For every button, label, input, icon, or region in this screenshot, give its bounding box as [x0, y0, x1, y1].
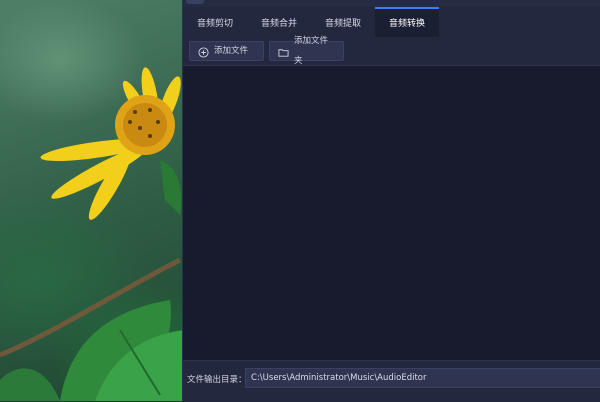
audio-editor-window: 音频剪切 音频合并 音频提取 音频转换 添加文件 添加文件夹 文件输出目录： C… — [182, 0, 600, 402]
output-dir-field[interactable]: C:\Users\Administrator\Music\AudioEditor — [245, 368, 600, 388]
add-file-button[interactable]: 添加文件 — [189, 41, 264, 61]
tab-audio-cut[interactable]: 音频剪切 — [183, 7, 247, 37]
flower-wallpaper-image — [0, 67, 185, 401]
tab-audio-convert[interactable]: 音频转换 — [375, 7, 440, 37]
tab-bar: 音频剪切 音频合并 音频提取 音频转换 — [183, 7, 600, 37]
add-folder-label: 添加文件夹 — [294, 36, 329, 66]
folder-icon — [278, 46, 289, 57]
plus-circle-icon — [198, 46, 209, 58]
file-list-area[interactable] — [183, 66, 600, 360]
output-dir-label: 文件输出目录： — [187, 375, 247, 385]
window-top-strip — [183, 0, 600, 7]
add-file-label: 添加文件 — [214, 46, 249, 56]
window-handle[interactable] — [186, 0, 204, 4]
add-folder-button[interactable]: 添加文件夹 — [269, 36, 344, 66]
output-directory-bar: 文件输出目录： C:\Users\Administrator\Music\Aud… — [183, 360, 600, 402]
toolbar: 添加文件 添加文件夹 — [183, 36, 600, 66]
